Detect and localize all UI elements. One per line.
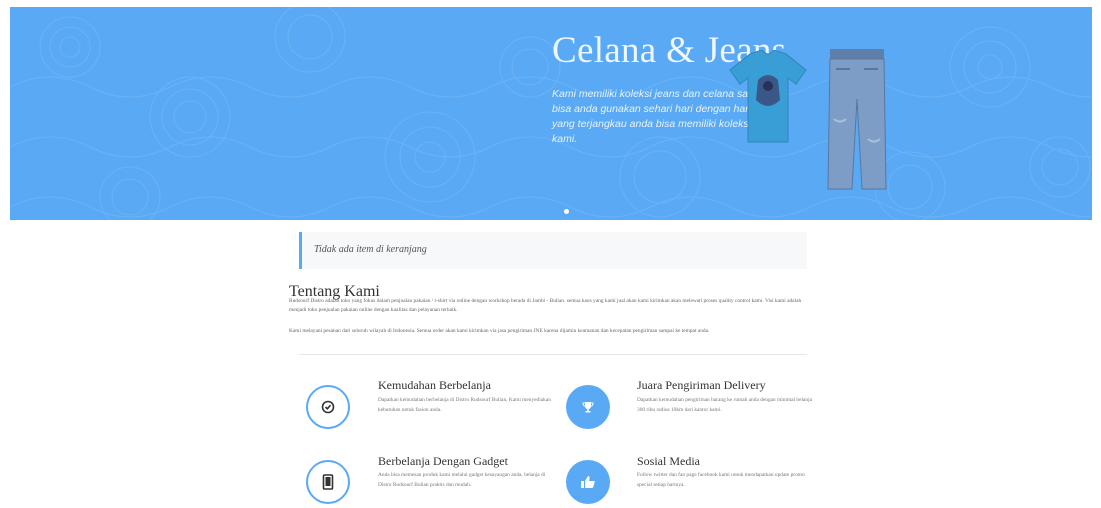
feature-title: Berbelanja Dengan Gadget	[378, 454, 508, 468]
feature-text: Anda bisa memesan produk kami melalui ga…	[378, 472, 546, 488]
about-paragraph-2: Kami melayani pesanan dari seluruh wilay…	[289, 328, 710, 334]
slider-dot[interactable]	[564, 209, 569, 214]
feature-text: Dapatkan kemudahan pengiriman barang ke …	[637, 397, 812, 413]
hero-banner: Celana & Jeans Kami memiliki koleksi jea…	[10, 7, 1092, 220]
check-circle-icon	[306, 385, 350, 429]
jeans-image	[827, 49, 887, 190]
feature-text: Dapatkan kemudahan berbelanja di Distro …	[378, 397, 551, 413]
feature-title: Kemudahan Berbelanja	[378, 378, 491, 392]
thumbs-up-icon	[566, 460, 610, 504]
cart-notice: Tidak ada item di keranjang	[299, 232, 807, 269]
about-paragraph-1: Rudsourf Distro adalah toko yang fokus d…	[289, 298, 802, 313]
tshirt-image	[729, 50, 807, 143]
feature-text: Follow twitter dan fan page facebook kam…	[637, 472, 805, 488]
section-divider	[299, 354, 807, 355]
feature-title: Juara Pengiriman Delivery	[637, 378, 766, 392]
wave-pattern	[10, 7, 1092, 220]
tablet-icon	[306, 460, 350, 504]
cart-notice-text: Tidak ada item di keranjang	[314, 244, 427, 255]
trophy-icon	[566, 385, 610, 429]
feature-title: Sosial Media	[637, 454, 700, 468]
